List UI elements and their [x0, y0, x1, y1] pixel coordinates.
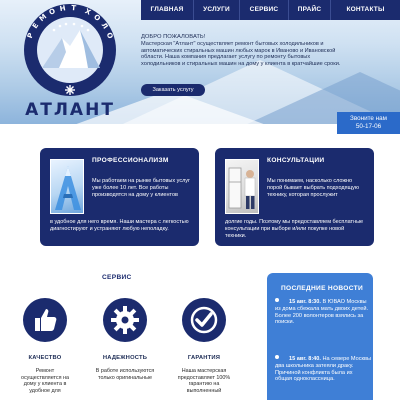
service-title: НАДЕЖНОСТЬ: [102, 355, 148, 361]
intro-block: ДОБРО ПОЖАЛОВАТЬ! Мастерская "Атлант" ос…: [141, 34, 341, 68]
bullet-icon: [275, 355, 279, 359]
consultation-image: [225, 159, 259, 214]
atlant-logo[interactable]: Р Е М О Н Т Х О Л О АТЛАНТ: [4, 2, 136, 122]
news-date: 15 авг. 8:40.: [289, 356, 321, 362]
nav-item-home[interactable]: ГЛАВНАЯ: [141, 0, 193, 20]
service-quality: КАЧЕСТВО Ремонт осуществляется на дому у…: [15, 298, 75, 394]
svg-text:Т: Т: [71, 4, 77, 12]
feature-title: КОНСУЛЬТАЦИИ: [267, 157, 325, 164]
phone-number: 50-17-06: [355, 122, 382, 130]
service-title: ГАРАНТИЯ: [187, 355, 221, 361]
feature-text: Мы работаем на рынке бытовых услуг уже б…: [92, 178, 191, 198]
service-title: КАЧЕСТВО: [28, 355, 62, 361]
service-text: Наша мастерская предоставляет 100% гаран…: [177, 368, 231, 394]
fridge-consultation-icon: [228, 167, 256, 209]
news-item[interactable]: 15 авг. 8:30. В ЮВАО Москвы из дома сбеж…: [275, 298, 371, 326]
ice-letter-a-icon: [55, 166, 81, 210]
intro-title: ДОБРО ПОЖАЛОВАТЬ!: [141, 34, 206, 40]
nav-item-price[interactable]: ПРАЙС: [289, 0, 330, 20]
phone-box[interactable]: Звоните нам 50-17-06: [337, 112, 400, 134]
feature-text-continued: в удобное для него время. Наши мастера с…: [50, 219, 189, 232]
news-date: 15 авг. 8:30.: [289, 299, 321, 305]
feature-professionalism: ПРОФЕССИОНАЛИЗМ Мы работаем на рынке быт…: [40, 148, 199, 246]
service-text: В работе используются только оригинальны…: [95, 368, 155, 381]
feature-text: Мы понимаем, насколько сложно порой быва…: [267, 178, 360, 198]
news-title: ПОСЛЕДНИЕ НОВОСТИ: [281, 285, 363, 292]
nav-item-service[interactable]: СЕРВИС: [240, 0, 288, 20]
svg-text:АТЛАНТ: АТЛАНТ: [25, 100, 115, 120]
snowflake-icon: [65, 85, 75, 95]
feature-consultations: КОНСУЛЬТАЦИИ Мы понимаем, насколько слож…: [215, 148, 374, 246]
header-banner: Р Е М О Н Т Х О Л О АТЛАНТ ГЛАВНАЯ УСЛУГ…: [0, 0, 400, 124]
gear-icon: [103, 298, 147, 342]
intro-text: Мастерская "Атлант" осуществляет ремонт …: [141, 40, 341, 68]
news-panel: ПОСЛЕДНИЕ НОВОСТИ 15 авг. 8:30. В ЮВАО М…: [267, 273, 373, 400]
service-reliability: НАДЕЖНОСТЬ В работе используются только …: [95, 298, 155, 381]
feature-text-continued: долгие годы. Поэтому мы предоставляем бе…: [225, 219, 364, 239]
main-nav: ГЛАВНАЯ УСЛУГИ СЕРВИС ПРАЙС КОНТАКТЫ: [141, 0, 400, 20]
order-service-button[interactable]: Заказать услугу: [141, 84, 205, 96]
bullet-icon: [275, 298, 279, 302]
services-heading: СЕРВИС: [102, 274, 132, 281]
nav-item-services[interactable]: УСЛУГИ: [194, 0, 239, 20]
nav-item-contacts[interactable]: КОНТАКТЫ: [331, 0, 400, 20]
checkmark-icon: [182, 298, 226, 342]
service-text: Ремонт осуществляется на дому у клиента …: [20, 368, 70, 394]
feature-title: ПРОФЕССИОНАЛИЗМ: [92, 157, 169, 164]
news-item[interactable]: 15 авг. 8:40. На севере Москвы два школь…: [275, 355, 371, 383]
ice-image: [50, 159, 84, 214]
phone-label: Звоните нам: [350, 115, 387, 122]
service-guarantee: ГАРАНТИЯ Наша мастерская предоставляет 1…: [174, 298, 234, 394]
thumbs-up-icon: [23, 298, 67, 342]
